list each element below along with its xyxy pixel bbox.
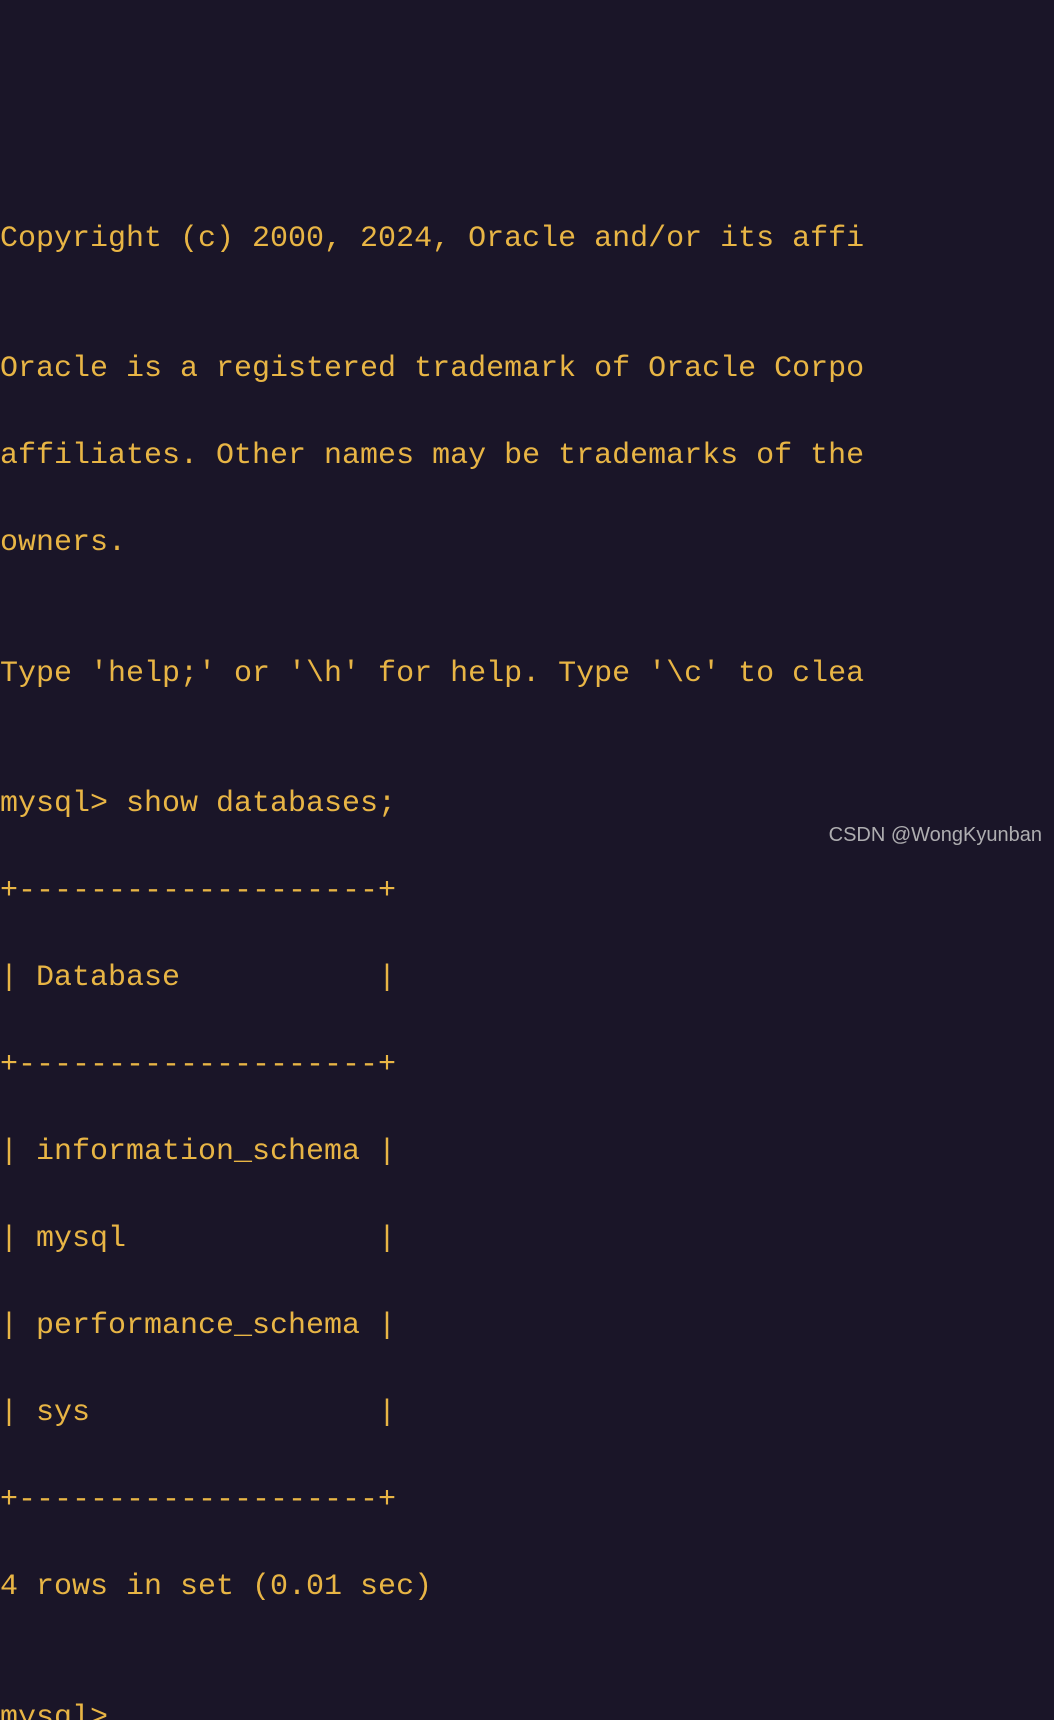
- table-border: +--------------------+: [0, 1479, 1054, 1523]
- mysql-prompt-command[interactable]: mysql> show databases;: [0, 783, 1054, 827]
- trademark-line-2: affiliates. Other names may be trademark…: [0, 435, 1054, 479]
- copyright-line: Copyright (c) 2000, 2024, Oracle and/or …: [0, 218, 1054, 262]
- table-border: +--------------------+: [0, 1044, 1054, 1088]
- mysql-prompt-cursor[interactable]: mysql>: [0, 1697, 1054, 1720]
- result-summary: 4 rows in set (0.01 sec): [0, 1566, 1054, 1610]
- terminal-output: Copyright (c) 2000, 2024, Oracle and/or …: [0, 174, 1054, 1720]
- table-row: | sys |: [0, 1392, 1054, 1436]
- trademark-line-3: owners.: [0, 522, 1054, 566]
- table-header: | Database |: [0, 957, 1054, 1001]
- watermark-label: CSDN @WongKyunban: [829, 821, 1042, 850]
- help-line: Type 'help;' or '\h' for help. Type '\c'…: [0, 653, 1054, 697]
- table-row: | performance_schema |: [0, 1305, 1054, 1349]
- table-row: | mysql |: [0, 1218, 1054, 1262]
- trademark-line-1: Oracle is a registered trademark of Orac…: [0, 348, 1054, 392]
- table-border: +--------------------+: [0, 870, 1054, 914]
- table-row: | information_schema |: [0, 1131, 1054, 1175]
